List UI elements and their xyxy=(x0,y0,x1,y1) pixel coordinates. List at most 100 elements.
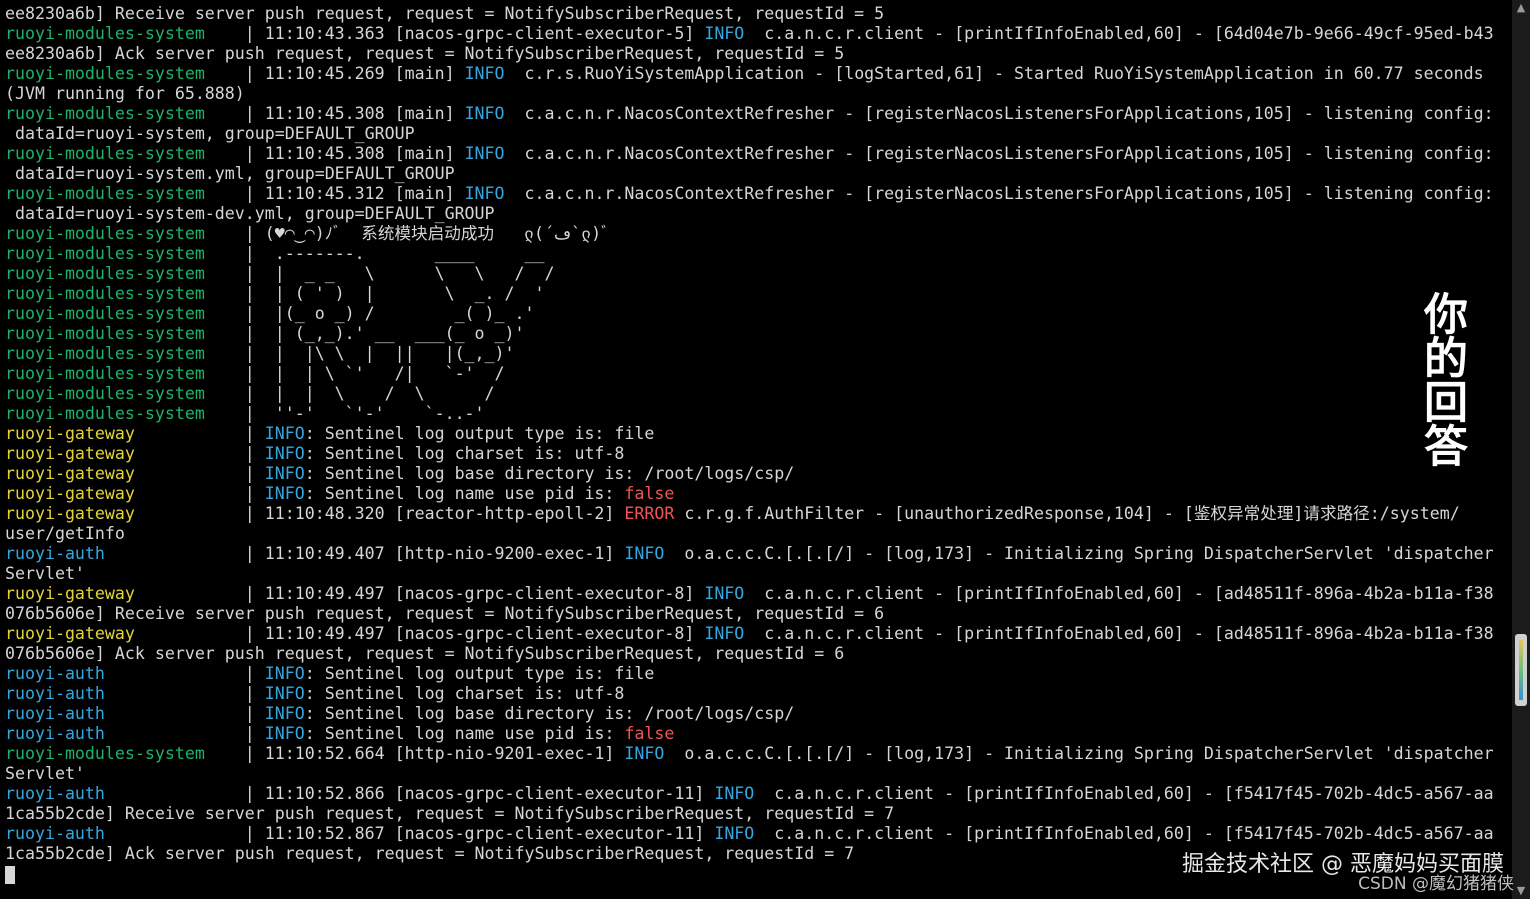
scroll-thumb[interactable] xyxy=(1515,634,1527,706)
log-line: user/getInfo xyxy=(5,524,1494,544)
log-line: ruoyi-modules-system | |(_ o _) / _( )_ … xyxy=(5,304,1494,324)
log-line: ruoyi-auth | INFO: Sentinel log name use… xyxy=(5,724,1494,744)
log-text: | xyxy=(134,444,265,463)
log-line: dataId=ruoyi-system.yml, group=DEFAULT_G… xyxy=(5,164,1494,184)
log-text: | 11:10:49.497 [nacos-grpc-client-execut… xyxy=(134,624,705,643)
log-text: | 11:10:49.407 [http-nio-9200-exec-1] xyxy=(104,544,625,563)
service-name: ruoyi-auth xyxy=(5,824,105,843)
service-name: ruoyi-auth xyxy=(5,724,105,743)
log-text: Servlet' xyxy=(5,564,85,583)
log-line: 076b5606e] Receive server push request, … xyxy=(5,604,1494,624)
log-text: dataId=ruoyi-system.yml, group=DEFAULT_G… xyxy=(5,164,455,183)
log-level: INFO xyxy=(264,724,305,743)
log-line: ruoyi-gateway | INFO: Sentinel log name … xyxy=(5,484,1494,504)
log-text: | (♥◠‿◠)ﾉﾞ 系统模块启动成功 ლ(´ڡ`ლ)ﾞ xyxy=(204,224,610,243)
service-name: ruoyi-modules-system xyxy=(5,304,205,323)
service-name: ruoyi-modules-system xyxy=(5,364,205,383)
service-name: ruoyi-gateway xyxy=(5,484,135,503)
log-level: ERROR xyxy=(624,504,675,523)
service-name: ruoyi-gateway xyxy=(5,584,135,603)
log-text: : Sentinel log base directory is: /root/… xyxy=(304,704,795,723)
terminal-cursor xyxy=(5,865,15,884)
log-text: | .-------. ____ __ xyxy=(204,244,545,263)
log-text: | 11:10:52.866 [nacos-grpc-client-execut… xyxy=(104,784,715,803)
service-name: ruoyi-auth xyxy=(5,544,105,563)
log-line: dataId=ruoyi-system-dev.yml, group=DEFAU… xyxy=(5,204,1494,224)
log-text: | xyxy=(134,424,265,443)
log-text: 076b5606e] Receive server push request, … xyxy=(5,604,885,623)
service-name: ruoyi-modules-system xyxy=(5,284,205,303)
log-level: INFO xyxy=(264,684,305,703)
service-name: ruoyi-modules-system xyxy=(5,184,205,203)
log-text: 076b5606e] Ack server push request, requ… xyxy=(5,644,845,663)
log-line: ruoyi-auth | INFO: Sentinel log output t… xyxy=(5,664,1494,684)
log-level: INFO xyxy=(264,664,305,683)
log-level: INFO xyxy=(264,444,305,463)
keyword-false: false xyxy=(624,484,675,503)
service-name: ruoyi-modules-system xyxy=(5,384,205,403)
log-line: 076b5606e] Ack server push request, requ… xyxy=(5,644,1494,664)
log-level: INFO xyxy=(704,584,745,603)
log-level: INFO xyxy=(704,624,745,643)
service-name: ruoyi-modules-system xyxy=(5,344,205,363)
watermark-sub: CSDN @魔幻猪猪侠 xyxy=(1358,874,1514,894)
log-text: c.a.n.c.r.client - [printIfInfoEnabled,6… xyxy=(744,24,1494,43)
service-name: ruoyi-modules-system xyxy=(5,744,205,763)
log-text: | 11:10:45.269 [main] xyxy=(204,64,465,83)
vertical-scrollbar[interactable]: ▲ ▼ xyxy=(1512,0,1530,899)
side-overlay-text: 你的回答 xyxy=(1416,291,1467,467)
log-text: c.r.s.RuoYiSystemApplication - [logStart… xyxy=(504,64,1484,83)
log-line: ruoyi-modules-system | 11:10:45.312 [mai… xyxy=(5,184,1494,204)
log-line: ruoyi-auth | 11:10:52.866 [nacos-grpc-cl… xyxy=(5,784,1494,804)
log-text: dataId=ruoyi-system, group=DEFAULT_GROUP xyxy=(5,124,415,143)
log-text: | xyxy=(134,464,265,483)
service-name: ruoyi-auth xyxy=(5,684,105,703)
log-text: 1ca55b2cde] Ack server push request, req… xyxy=(5,844,855,863)
terminal-output[interactable]: ee8230a6b] Receive server push request, … xyxy=(0,0,1512,899)
log-text: : Sentinel log charset is: utf-8 xyxy=(304,444,625,463)
log-text: | | | \ `' /| `-' / xyxy=(204,364,505,383)
log-text: : Sentinel log name use pid is: xyxy=(304,724,625,743)
service-name: ruoyi-modules-system xyxy=(5,404,205,423)
log-level: INFO xyxy=(704,24,745,43)
log-text: : Sentinel log charset is: utf-8 xyxy=(304,684,625,703)
scroll-up-arrow-icon[interactable]: ▲ xyxy=(1512,0,1530,16)
log-level: INFO xyxy=(714,784,755,803)
log-text: | | ( ' ) | \ _. / ' xyxy=(204,284,545,303)
log-level: INFO xyxy=(264,704,305,723)
log-text: | 11:10:43.363 [nacos-grpc-client-execut… xyxy=(204,24,705,43)
log-line: ruoyi-modules-system | 11:10:52.664 [htt… xyxy=(5,744,1494,764)
log-level: INFO xyxy=(464,144,505,163)
scroll-track[interactable] xyxy=(1514,18,1528,880)
log-text: | 11:10:45.308 [main] xyxy=(204,144,465,163)
service-name: ruoyi-modules-system xyxy=(5,64,205,83)
log-line: 1ca55b2cde] Receive server push request,… xyxy=(5,804,1494,824)
log-level: INFO xyxy=(464,64,505,83)
log-line: ruoyi-modules-system | ''-' `'-' `-..-' xyxy=(5,404,1494,424)
scroll-down-arrow-icon[interactable]: ▼ xyxy=(1512,883,1530,899)
log-text: dataId=ruoyi-system-dev.yml, group=DEFAU… xyxy=(5,204,495,223)
log-text: : Sentinel log output type is: file xyxy=(304,664,655,683)
service-name: ruoyi-modules-system xyxy=(5,324,205,343)
service-name: ruoyi-modules-system xyxy=(5,144,205,163)
log-text: | 11:10:45.308 [main] xyxy=(204,104,465,123)
log-text: | 11:10:48.320 [reactor-http-epoll-2] xyxy=(134,504,625,523)
log-text: | | |\ \ | || |(_,_)' xyxy=(204,344,515,363)
service-name: ruoyi-gateway xyxy=(5,424,135,443)
log-lines: ee8230a6b] Receive server push request, … xyxy=(5,4,1494,884)
log-line: ruoyi-gateway | INFO: Sentinel log base … xyxy=(5,464,1494,484)
service-name: ruoyi-modules-system xyxy=(5,244,205,263)
log-line: ruoyi-modules-system | | | \ / \ / xyxy=(5,384,1494,404)
log-line: (JVM running for 65.888) xyxy=(5,84,1494,104)
service-name: ruoyi-auth xyxy=(5,704,105,723)
log-line: ruoyi-auth | INFO: Sentinel log base dir… xyxy=(5,704,1494,724)
log-line: ruoyi-modules-system | | | \ `' /| `-' / xyxy=(5,364,1494,384)
log-level: INFO xyxy=(714,824,755,843)
log-level: INFO xyxy=(264,484,305,503)
log-text: | | (_,_).' __ ___(_ o _)' xyxy=(204,324,525,343)
service-name: ruoyi-auth xyxy=(5,664,105,683)
service-name: ruoyi-modules-system xyxy=(5,104,205,123)
log-text: c.a.c.n.r.NacosContextRefresher - [regis… xyxy=(504,144,1494,163)
log-text: : Sentinel log name use pid is: xyxy=(304,484,625,503)
log-text: o.a.c.c.C.[.[.[/] - [log,173] - Initiali… xyxy=(664,544,1494,563)
